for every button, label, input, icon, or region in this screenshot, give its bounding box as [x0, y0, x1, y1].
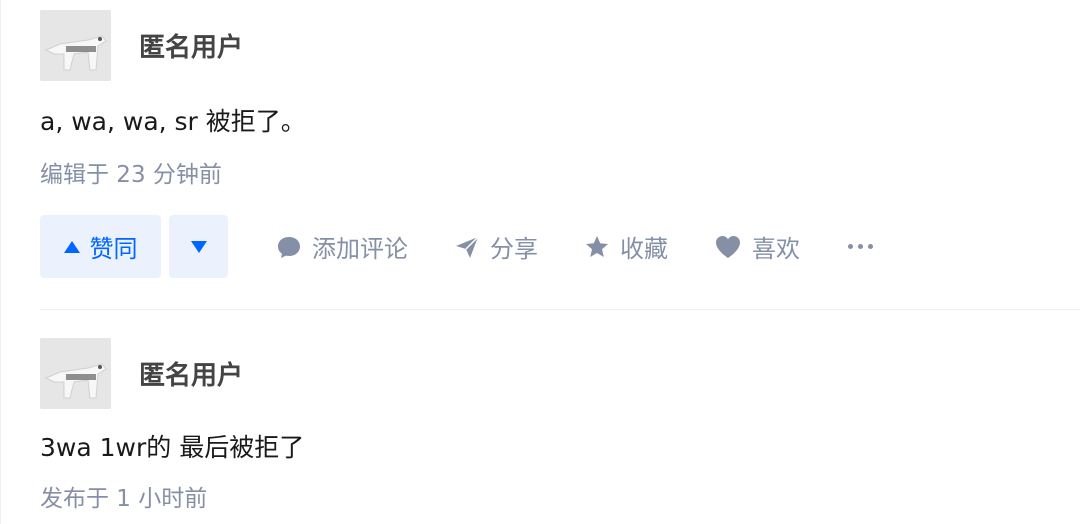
more-button[interactable] — [848, 244, 878, 249]
more-dots-icon — [848, 244, 878, 249]
answer-author: 匿名用户 — [40, 338, 1080, 409]
downvote-button[interactable] — [169, 215, 228, 278]
answer-author: 匿名用户 — [40, 10, 1080, 81]
paper-plane-icon — [456, 235, 479, 258]
triangle-up-icon — [63, 240, 80, 253]
like-button[interactable]: 喜欢 — [714, 229, 800, 264]
answer-divider — [40, 309, 1080, 310]
triangle-down-icon — [190, 240, 207, 253]
answer-item: 匿名用户 a, wa, wa, sr 被拒了。 编辑于 23 分钟前 赞同 添加… — [40, 10, 1080, 278]
share-label: 分享 — [490, 235, 538, 263]
comment-button[interactable]: 添加评论 — [276, 229, 408, 264]
author-name[interactable]: 匿名用户 — [139, 27, 243, 64]
upvote-label: 赞同 — [89, 235, 138, 263]
anonymous-avatar-icon[interactable] — [40, 338, 111, 409]
star-icon — [586, 235, 608, 257]
anonymous-avatar-icon[interactable] — [40, 10, 111, 81]
collect-label: 收藏 — [620, 235, 668, 263]
answer-timestamp[interactable]: 编辑于 23 分钟前 — [40, 159, 1080, 191]
answer-content: a, wa, wa, sr 被拒了。 — [40, 107, 306, 136]
like-label: 喜欢 — [752, 235, 800, 263]
answer-actions: 赞同 添加评论 分享 收藏 喜欢 — [40, 215, 878, 278]
heart-icon — [716, 235, 740, 258]
answer-timestamp[interactable]: 发布于 1 小时前 — [40, 483, 1080, 515]
answer-content: 3wa 1wr的 最后被拒了 — [40, 433, 305, 462]
comment-bubble-icon — [278, 236, 300, 258]
author-name[interactable]: 匿名用户 — [139, 355, 243, 392]
answer-list: 匿名用户 a, wa, wa, sr 被拒了。 编辑于 23 分钟前 赞同 添加… — [0, 0, 1080, 524]
share-button[interactable]: 分享 — [454, 229, 538, 264]
upvote-button[interactable]: 赞同 — [40, 215, 161, 278]
collect-button[interactable]: 收藏 — [584, 229, 668, 264]
comment-label: 添加评论 — [312, 235, 408, 263]
answer-item: 匿名用户 3wa 1wr的 最后被拒了 发布于 1 小时前 — [40, 338, 1080, 515]
